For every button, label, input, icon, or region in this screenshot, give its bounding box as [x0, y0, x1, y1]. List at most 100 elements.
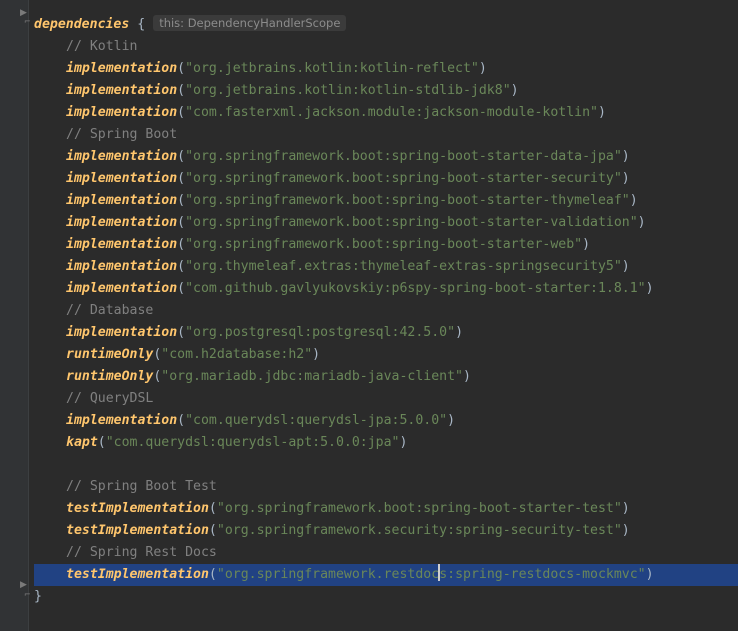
close-paren: ): [637, 215, 646, 230]
fold-end-icon[interactable]: ⌐: [24, 591, 32, 599]
code-comment: // Spring Rest Docs: [66, 545, 217, 560]
open-paren: (: [177, 149, 186, 164]
dependency-string: "org.springframework.boot:spring-boot-st…: [216, 501, 622, 516]
close-paren: ): [399, 435, 408, 450]
code-line[interactable]: // Spring Boot: [34, 124, 738, 146]
code-comment: // Spring Boot: [66, 127, 178, 142]
code-line[interactable]: runtimeOnly("org.mariadb.jdbc:mariadb-ja…: [34, 366, 738, 388]
code-line[interactable]: implementation("org.springframework.boot…: [34, 190, 738, 212]
code-line[interactable]: testImplementation("org.springframework.…: [34, 520, 738, 542]
dependency-string: "org.jetbrains.kotlin:kotlin-reflect": [185, 61, 479, 76]
dependency-string: "org.springframework.boot:spring-boot-st…: [185, 193, 630, 208]
dependency-string: "com.h2database:h2": [161, 347, 313, 362]
open-paren: (: [177, 193, 186, 208]
dependency-configuration: implementation: [66, 281, 178, 296]
close-paren: ): [510, 83, 519, 98]
close-paren: ): [621, 523, 630, 538]
code-line[interactable]: implementation("org.postgresql:postgresq…: [34, 322, 738, 344]
open-paren: (: [177, 171, 186, 186]
code-line[interactable]: // Spring Rest Docs: [34, 542, 738, 564]
code-line[interactable]: implementation("org.jetbrains.kotlin:kot…: [34, 58, 738, 80]
code-line[interactable]: runtimeOnly("com.h2database:h2"): [34, 344, 738, 366]
code-editor[interactable]: ▶ ▶ ⌐ ⌐ dependencies { this: DependencyHa…: [0, 0, 738, 631]
close-paren: ): [621, 149, 630, 164]
dependency-string: "org.postgresql:postgresql:42.5.0": [185, 325, 456, 340]
code-keyword: dependencies: [34, 17, 130, 32]
dependency-configuration: implementation: [66, 171, 178, 186]
close-paren: ): [312, 347, 321, 362]
code-line[interactable]: }: [34, 586, 738, 608]
dependency-string: "org.thymeleaf.extras:thymeleaf-extras-s…: [185, 259, 622, 274]
inlay-hint: this: DependencyHandlerScope: [153, 15, 347, 31]
open-paren: (: [177, 83, 186, 98]
code-line[interactable]: // Spring Boot Test: [34, 476, 738, 498]
dependency-string: "org.springframework.boot:spring-boot-st…: [185, 237, 583, 252]
code-line[interactable]: implementation("com.fasterxml.jackson.mo…: [34, 102, 738, 124]
code-line[interactable]: dependencies { this: DependencyHandlerSco…: [34, 14, 738, 36]
code-line[interactable]: // Database: [34, 300, 738, 322]
dependency-configuration: testImplementation: [66, 523, 209, 538]
close-paren: ): [629, 193, 638, 208]
dependency-string: "com.github.gavlyukovskiy:p6spy-spring-b…: [185, 281, 646, 296]
code-line[interactable]: testImplementation("org.springframework.…: [34, 564, 738, 586]
close-paren: ): [621, 171, 630, 186]
dependency-configuration: implementation: [66, 105, 178, 120]
dependency-configuration: testImplementation: [66, 501, 209, 516]
open-paren: (: [208, 567, 217, 582]
dependency-string: "org.springframework.boot:spring-boot-st…: [185, 149, 622, 164]
close-paren: ): [621, 501, 630, 516]
close-paren: ): [455, 325, 464, 340]
open-paren: (: [177, 281, 186, 296]
code-brace: {: [137, 17, 146, 32]
fold-marker-icon[interactable]: ⌐: [24, 18, 32, 26]
code-line[interactable]: implementation("org.springframework.boot…: [34, 146, 738, 168]
close-paren: ): [447, 413, 456, 428]
close-paren: ): [478, 61, 487, 76]
dependency-configuration: runtimeOnly: [66, 347, 154, 362]
dependency-string: "org.springframework.restdocs:spring-res…: [217, 564, 646, 582]
dependency-string: "org.mariadb.jdbc:mariadb-java-client": [161, 369, 463, 384]
dependency-configuration: implementation: [66, 215, 178, 230]
code-line[interactable]: kapt("com.querydsl:querydsl-apt:5.0.0:jp…: [34, 432, 738, 454]
text-caret: [438, 564, 441, 581]
dependency-configuration: implementation: [66, 325, 178, 340]
code-line[interactable]: implementation("org.springframework.boot…: [34, 212, 738, 234]
dependency-configuration: implementation: [66, 83, 178, 98]
dependency-configuration: implementation: [66, 413, 178, 428]
open-paren: (: [177, 259, 186, 274]
dependency-configuration: implementation: [66, 193, 178, 208]
open-paren: (: [177, 215, 186, 230]
code-comment: // Spring Boot Test: [66, 479, 217, 494]
code-line[interactable]: implementation("org.jetbrains.kotlin:kot…: [34, 80, 738, 102]
fold-arrow-icon[interactable]: ▶: [20, 9, 28, 18]
dependency-configuration: testImplementation: [66, 567, 209, 582]
open-paren: (: [177, 413, 186, 428]
code-line[interactable]: implementation("com.querydsl:querydsl-jp…: [34, 410, 738, 432]
dependency-configuration: implementation: [66, 259, 178, 274]
dependency-string: "org.springframework.boot:spring-boot-st…: [185, 171, 622, 186]
close-paren: ): [463, 369, 471, 384]
open-paren: (: [208, 523, 217, 538]
dependency-string: "org.springframework.boot:spring-boot-st…: [185, 215, 638, 230]
open-paren: (: [177, 325, 186, 340]
code-line[interactable]: testImplementation("org.springframework.…: [34, 498, 738, 520]
close-paren: ): [645, 281, 654, 296]
close-paren: ): [621, 259, 630, 274]
close-paren: ): [597, 105, 606, 120]
open-paren: (: [177, 61, 186, 76]
editor-gutter[interactable]: [0, 0, 28, 631]
code-line[interactable]: implementation("com.github.gavlyukovskiy…: [34, 278, 738, 300]
code-line[interactable]: implementation("org.thymeleaf.extras:thy…: [34, 256, 738, 278]
code-comment: // Database: [66, 303, 154, 318]
code-line[interactable]: // QueryDSL: [34, 388, 738, 410]
code-line[interactable]: implementation("org.springframework.boot…: [34, 168, 738, 190]
code-line[interactable]: // Kotlin: [34, 36, 738, 58]
code-line[interactable]: implementation("org.springframework.boot…: [34, 234, 738, 256]
code-comment: // QueryDSL: [66, 391, 154, 406]
fold-arrow-icon[interactable]: ▶: [20, 581, 28, 590]
dependency-configuration: runtimeOnly: [66, 369, 154, 384]
close-paren: ): [645, 567, 654, 582]
code-line[interactable]: [34, 454, 738, 476]
dependency-string: "com.fasterxml.jackson.module:jackson-mo…: [185, 105, 598, 120]
open-paren: (: [177, 237, 186, 252]
